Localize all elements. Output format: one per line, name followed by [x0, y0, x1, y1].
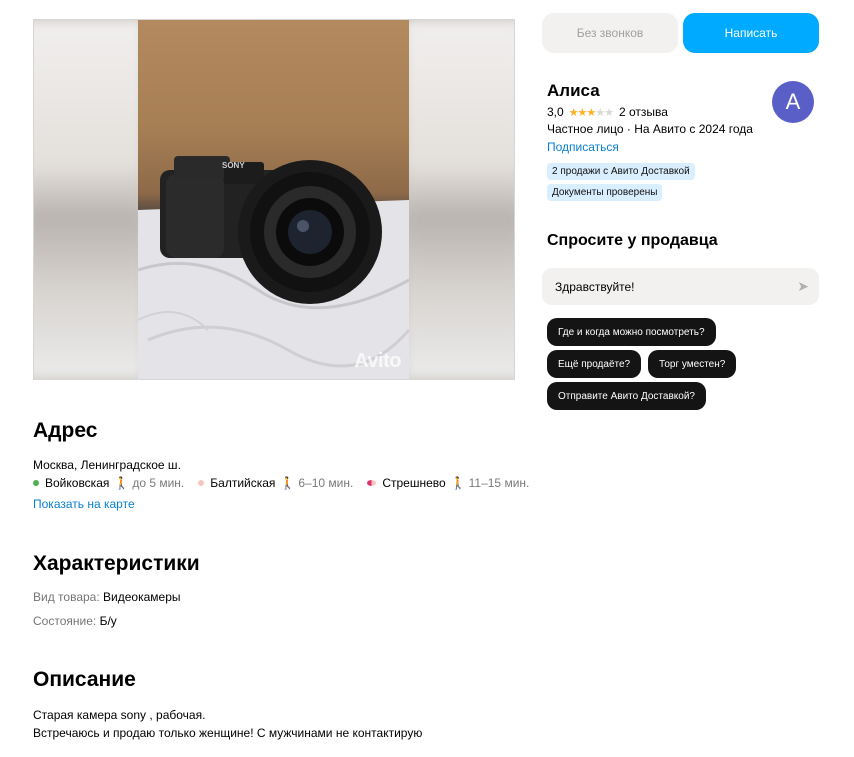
quick-question-chip[interactable]: Ещё продаёте?	[547, 350, 642, 378]
metro-station-name: Балтийская	[210, 476, 276, 490]
camera-image: SONY	[138, 156, 409, 379]
seller-name[interactable]: Алиса	[547, 81, 600, 101]
spec-label: Вид товара:	[33, 590, 100, 604]
spec-value: Видеокамеры	[103, 590, 181, 604]
metro-line-dot	[198, 480, 205, 486]
ask-input-value[interactable]: Здравствуйте!	[555, 280, 797, 294]
delivery-sales-badge: 2 продажи с Авито Доставкой	[547, 163, 695, 180]
send-icon[interactable]: ➤	[797, 278, 809, 295]
walk-icon: 🚶	[450, 476, 466, 490]
description-line: Старая камера sony , рабочая.	[33, 708, 206, 722]
seller-rating[interactable]: 3,0 ★★★★★ 2 отзыва	[547, 105, 668, 119]
walk-icon: 🚶	[280, 476, 296, 490]
metro-station-name: Стрешнево	[382, 476, 446, 490]
subscribe-link[interactable]: Подписаться	[547, 140, 619, 154]
documents-verified-badge: Документы проверены	[547, 184, 663, 201]
description-text: Старая камера sony , рабочая. Встречаюсь…	[33, 706, 422, 742]
metro-station-name: Войковская	[45, 476, 110, 490]
metro-station-3: Стрешнево 🚶 11–15 мин.	[367, 476, 529, 490]
address-title: Адрес	[33, 419, 98, 442]
spec-row: Состояние: Б/у	[33, 614, 117, 628]
seller-meta: Частное лицо · На Авито с 2024 года	[547, 122, 753, 136]
metro-line-dot	[367, 480, 377, 486]
quick-question-chip[interactable]: Где и когда можно посмотреть?	[547, 318, 716, 346]
metro-station-2: Балтийская 🚶 6–10 мин.	[198, 476, 353, 490]
photo-gallery[interactable]: SONY Avito	[33, 19, 515, 380]
walk-time: 11–15 мин.	[468, 476, 530, 490]
spec-value: Б/у	[99, 614, 117, 628]
gallery-blur-left	[34, 20, 144, 379]
no-calls-button[interactable]: Без звонков	[542, 13, 678, 53]
ask-message-input[interactable]: Здравствуйте! ➤	[542, 268, 819, 305]
metro-line-dot	[33, 480, 39, 486]
metro-stations: Войковская 🚶 до 5 мин. Балтийская 🚶 6–10…	[33, 476, 543, 490]
write-message-button[interactable]: Написать	[683, 13, 819, 53]
walk-time: до 5 мин.	[132, 476, 185, 490]
description-title: Описание	[33, 668, 136, 691]
rating-value: 3,0	[547, 105, 564, 119]
show-on-map-link[interactable]: Показать на карте	[33, 497, 135, 511]
listing-photo[interactable]: SONY Avito	[138, 20, 409, 379]
walk-time: 6–10 мин.	[298, 476, 354, 490]
address-line: Москва, Ленинградское ш.	[33, 458, 181, 472]
spec-label: Состояние:	[33, 614, 97, 628]
metro-station-1: Войковская 🚶 до 5 мин.	[33, 476, 184, 490]
description-line: Встречаюсь и продаю только женщине! С му…	[33, 726, 423, 740]
walk-icon: 🚶	[114, 476, 130, 490]
reviews-count[interactable]: 2 отзыва	[619, 105, 668, 119]
avatar[interactable]: А	[772, 81, 814, 123]
ask-seller-title: Спросите у продавца	[547, 232, 718, 249]
specs-title: Характеристики	[33, 552, 200, 575]
svg-text:SONY: SONY	[222, 161, 245, 170]
quick-question-chip[interactable]: Торг уместен?	[648, 350, 737, 378]
rating-stars-icon: ★★★★★	[568, 106, 614, 119]
avito-watermark: Avito	[354, 350, 401, 372]
gallery-blur-right	[404, 20, 514, 379]
spec-row: Вид товара: Видеокамеры	[33, 590, 181, 604]
quick-question-chip[interactable]: Отправите Авито Доставкой?	[547, 382, 706, 410]
